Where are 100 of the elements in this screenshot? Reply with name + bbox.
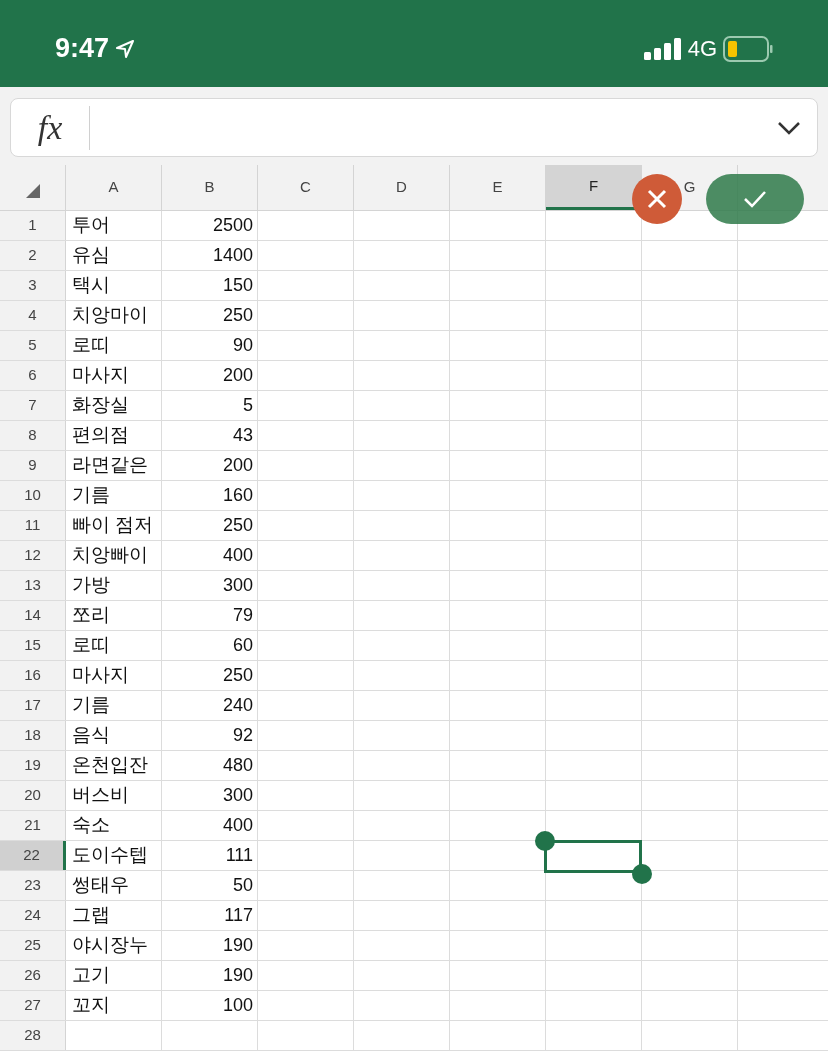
row-header[interactable]: 24 — [0, 901, 66, 930]
row-header[interactable]: 7 — [0, 391, 66, 420]
column-header[interactable]: A — [108, 176, 119, 199]
table-cell-text: 야시장누 — [72, 933, 148, 958]
table-cell-text: 250 — [222, 664, 253, 687]
table-cell-text: 480 — [222, 754, 253, 777]
clock-time: 9:47 — [55, 32, 110, 66]
row-header[interactable]: 13 — [0, 571, 66, 600]
column-header[interactable]: F — [588, 174, 599, 198]
selection-handle[interactable] — [632, 864, 652, 884]
table-cell-text: 투어 — [72, 213, 110, 238]
row-header[interactable]: 9 — [0, 451, 66, 480]
confirm-button[interactable] — [706, 174, 804, 224]
location-arrow-icon — [115, 38, 136, 59]
table-cell-text: 300 — [222, 784, 253, 807]
signal-icon — [643, 37, 682, 60]
table-cell-text: 버스비 — [72, 783, 129, 808]
table-cell-text: 치앙마이 — [72, 303, 148, 328]
formula-bar[interactable]: fx — [10, 98, 818, 157]
table-cell-text: 111 — [225, 844, 253, 867]
table-cell-text: 빠이 점저 — [72, 513, 154, 538]
table-cell-text: 고기 — [72, 963, 110, 988]
table-cell-text: 마사지 — [72, 363, 129, 388]
table-cell-text: 117 — [224, 904, 253, 927]
row-header[interactable]: 8 — [0, 421, 66, 450]
table-cell-text: 300 — [222, 574, 253, 597]
row-header[interactable]: 18 — [0, 721, 66, 750]
table-cell-text: 택시 — [72, 273, 110, 298]
table-cell-text: 150 — [222, 274, 253, 297]
row-header[interactable]: 1 — [0, 211, 66, 240]
battery-icon — [723, 35, 773, 62]
table-cell-text: 치앙빠이 — [72, 543, 148, 568]
row-header[interactable]: 3 — [0, 271, 66, 300]
column-header[interactable]: G — [683, 176, 696, 199]
table-cell-text: 1400 — [212, 244, 253, 267]
row-header[interactable]: 11 — [0, 511, 66, 540]
row-header[interactable]: 4 — [0, 301, 66, 330]
table-cell-text: 190 — [222, 934, 253, 957]
table-cell-text: 250 — [222, 514, 253, 537]
table-cell-text: 60 — [232, 634, 253, 657]
table-cell-text: 100 — [222, 994, 253, 1017]
column-header[interactable]: C — [300, 176, 311, 199]
table-cell-text: 화장실 — [72, 393, 129, 418]
table-cell-text: 유심 — [72, 243, 110, 268]
row-header[interactable]: 14 — [0, 601, 66, 630]
table-cell-text: 마사지 — [72, 663, 129, 688]
table-cell-text: 기름 — [72, 693, 110, 718]
table-cell-text: 200 — [222, 454, 253, 477]
table-cell-text: 43 — [232, 424, 253, 447]
row-header[interactable]: 17 — [0, 691, 66, 720]
table-cell-text: 숙소 — [72, 813, 110, 838]
row-header[interactable]: 28 — [0, 1021, 66, 1050]
column-header[interactable]: E — [492, 176, 503, 199]
table-cell-text: 2500 — [212, 214, 253, 237]
table-cell-text: 79 — [232, 604, 253, 627]
table-cell-text: 90 — [232, 334, 253, 357]
row-header[interactable]: 20 — [0, 781, 66, 810]
chevron-down-icon[interactable] — [777, 120, 801, 135]
table-cell-text: 라면같은 — [72, 453, 148, 478]
table-cell-text: 기름 — [72, 483, 110, 508]
row-header[interactable]: 25 — [0, 931, 66, 960]
row-header[interactable]: 27 — [0, 991, 66, 1020]
network-label: 4G — [687, 35, 717, 63]
checkmark-icon — [743, 190, 767, 208]
function-label: fx — [36, 108, 64, 148]
column-header[interactable]: D — [396, 176, 407, 199]
row-header[interactable]: 6 — [0, 361, 66, 390]
table-cell-text: 가방 — [72, 573, 110, 598]
table-cell-text: 240 — [222, 694, 253, 717]
table-cell-text: 200 — [222, 364, 253, 387]
table-cell-text: 온천입잔 — [72, 753, 148, 778]
table-cell-text: 190 — [222, 964, 253, 987]
table-cell-text: 쪼리 — [72, 603, 110, 628]
table-cell-text: 400 — [222, 544, 253, 567]
row-header[interactable]: 23 — [0, 871, 66, 900]
table-cell-text: 92 — [232, 724, 253, 747]
row-header[interactable]: 5 — [0, 331, 66, 360]
row-header[interactable]: 10 — [0, 481, 66, 510]
table-cell-text: 50 — [232, 874, 253, 897]
table-cell-text: 로띠 — [72, 333, 110, 358]
row-header[interactable]: 21 — [0, 811, 66, 840]
close-icon — [647, 189, 667, 209]
table-cell-text: 그랩 — [72, 903, 110, 928]
table-cell-text: 250 — [222, 304, 253, 327]
select-all-icon[interactable] — [25, 184, 40, 198]
table-cell-text: 로띠 — [72, 633, 110, 658]
selection-handle[interactable] — [535, 831, 555, 851]
row-header[interactable]: 16 — [0, 661, 66, 690]
row-header[interactable]: 22 — [0, 841, 66, 870]
row-header[interactable]: 2 — [0, 241, 66, 270]
table-cell-text: 도이수텝 — [72, 843, 148, 868]
row-header[interactable]: 15 — [0, 631, 66, 660]
row-header[interactable]: 26 — [0, 961, 66, 990]
row-header[interactable]: 19 — [0, 751, 66, 780]
column-header[interactable]: B — [204, 176, 215, 199]
table-cell-text: 400 — [222, 814, 253, 837]
row-header[interactable]: 12 — [0, 541, 66, 570]
table-cell-text: 편의점 — [72, 423, 129, 448]
table-cell-text: 160 — [222, 484, 253, 507]
table-cell-text: 꼬지 — [72, 993, 110, 1018]
